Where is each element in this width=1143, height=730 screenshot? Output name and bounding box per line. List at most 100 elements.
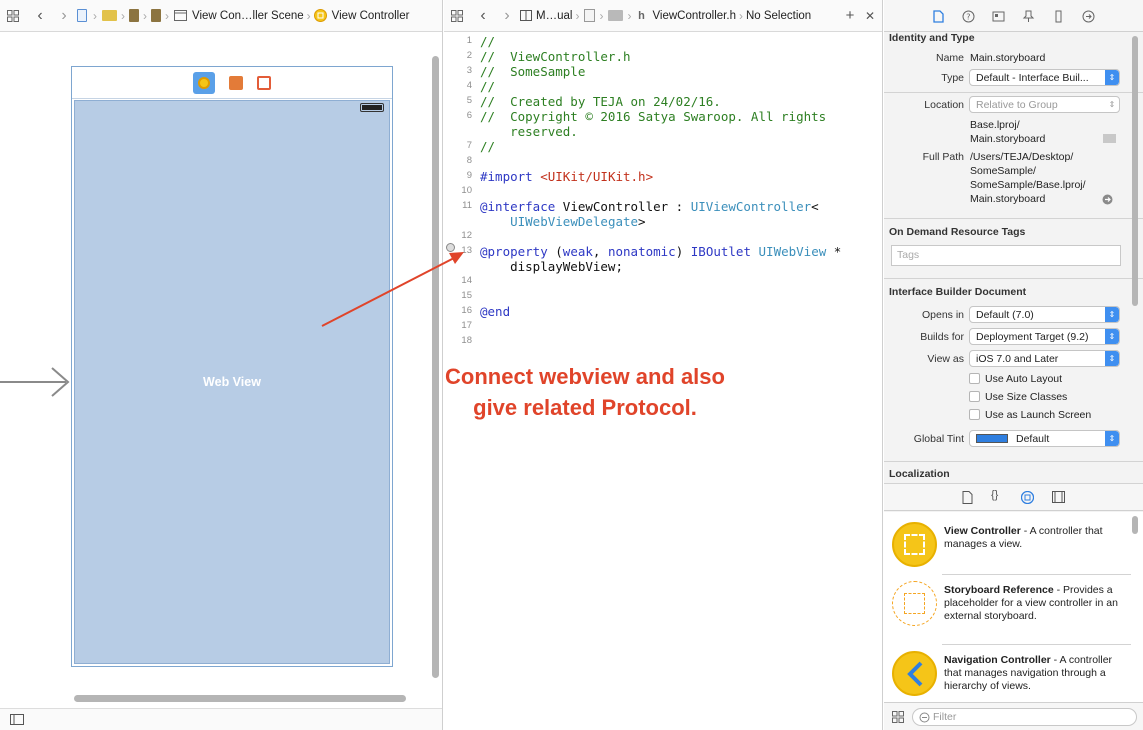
file-icon[interactable] <box>582 6 596 26</box>
svg-text:?: ? <box>966 13 970 22</box>
code-token: @interface <box>480 199 556 214</box>
choose-folder-icon[interactable] <box>1103 133 1116 143</box>
document-outline-toggle-icon[interactable] <box>10 714 24 725</box>
view-as-value: iOS 7.0 and Later <box>976 353 1059 365</box>
inspector-scrollbar[interactable] <box>1132 36 1138 306</box>
close-editor-icon[interactable]: ✕ <box>862 6 878 26</box>
scene-icon[interactable] <box>172 6 188 26</box>
code-token: // Created by TEJA on 24/02/16. <box>480 94 721 109</box>
breadcrumb-scene[interactable]: View Con…ller Scene <box>192 10 304 22</box>
grid-view-icon[interactable] <box>892 711 904 723</box>
use-as-launch-screen-checkbox[interactable] <box>969 409 980 420</box>
code-token: ( <box>547 244 563 259</box>
navigation-controller-icon <box>892 651 937 696</box>
identity-section-title: Identity and Type <box>889 32 975 44</box>
global-tint-value: Default <box>1016 433 1050 445</box>
reveal-in-finder-icon[interactable] <box>1102 194 1113 205</box>
full-path-line-2: SomeSample/ <box>970 165 1036 177</box>
breadcrumb-manual[interactable]: M…ual <box>536 10 572 22</box>
view-controller-dock-icon[interactable] <box>193 71 215 94</box>
code-token: UIWebView <box>758 244 827 259</box>
use-size-classes-label: Use Size Classes <box>985 391 1068 403</box>
library-item-storyboard-reference[interactable]: Storyboard Reference - Provides a placeh… <box>884 575 1143 632</box>
builds-for-select[interactable]: Deployment Target (9.2) ⇕ <box>969 328 1120 345</box>
code-line: UIWebViewDelegate> <box>480 214 645 229</box>
code-snippet-library-icon[interactable]: {} <box>991 489 998 501</box>
object-library-icon[interactable] <box>1021 491 1034 504</box>
code-token: // <box>480 139 496 154</box>
quick-help-icon[interactable]: ? <box>962 10 975 23</box>
line-number: 8 <box>466 155 472 166</box>
annotation-arrow <box>321 252 464 327</box>
line-number: 3 <box>466 65 472 76</box>
code-token: weak <box>562 244 593 259</box>
annotation-text: Connect webview and also give related Pr… <box>396 361 774 423</box>
storyboard-file-icon[interactable] <box>150 6 162 26</box>
opens-in-select[interactable]: Default (7.0) ⇕ <box>969 306 1120 323</box>
canvas-horizontal-scrollbar[interactable] <box>74 695 406 702</box>
library-scrollbar[interactable] <box>1132 516 1138 534</box>
folder-icon[interactable] <box>606 6 624 26</box>
library-tab-bar: {} <box>884 484 1143 511</box>
connections-inspector-icon[interactable] <box>1082 10 1095 23</box>
add-editor-icon[interactable]: + <box>842 6 858 26</box>
back-chevron-icon[interactable]: ‹ <box>26 6 54 26</box>
use-auto-layout-checkbox[interactable] <box>969 373 980 384</box>
location-select[interactable]: Relative to Group ⇕ <box>969 96 1120 113</box>
storyboard-canvas[interactable]: ‹ › › › › › View Con…ller Scene › View C… <box>0 0 443 730</box>
chevron-updown-icon: ⇕ <box>1108 100 1116 109</box>
line-number: 7 <box>466 140 472 151</box>
type-select[interactable]: Default - Interface Buil... ⇕ <box>969 69 1120 86</box>
filter-icon <box>919 712 930 723</box>
name-label: Name <box>935 52 964 64</box>
media-library-icon[interactable] <box>1052 491 1065 503</box>
library-filter-input[interactable]: Filter <box>912 708 1137 726</box>
identity-inspector-icon[interactable] <box>992 10 1005 23</box>
tint-color-swatch <box>976 434 1008 443</box>
header-file-icon[interactable]: h <box>634 6 648 26</box>
canvas-bottom-bar <box>0 708 442 730</box>
view-controller-scene[interactable]: Web View <box>71 66 393 667</box>
forward-chevron-icon[interactable]: › <box>496 6 518 26</box>
breadcrumb-file[interactable]: ViewController.h <box>652 10 736 22</box>
line-number: 9 <box>466 170 472 181</box>
library-item-view-controller[interactable]: View Controller - A controller that mana… <box>884 516 1143 573</box>
forward-chevron-icon[interactable]: › <box>54 6 74 26</box>
related-items-icon[interactable] <box>0 6 26 26</box>
separator-icon: › <box>306 8 311 23</box>
breadcrumb-view-controller[interactable]: View Controller <box>332 10 410 22</box>
exit-icon[interactable] <box>257 75 271 90</box>
size-inspector-icon[interactable] <box>1052 10 1065 23</box>
view-controller-icon[interactable] <box>314 6 328 26</box>
code-token: < <box>811 199 819 214</box>
annotation-line-2: give related Protocol. <box>473 395 697 420</box>
back-chevron-icon[interactable]: ‹ <box>470 6 496 26</box>
global-tint-select[interactable]: Default ⇕ <box>969 430 1120 447</box>
view-as-select[interactable]: iOS 7.0 and Later ⇕ <box>969 350 1120 367</box>
project-file-icon[interactable] <box>74 6 90 26</box>
related-items-icon[interactable] <box>444 6 470 26</box>
code-line: // <box>480 139 495 154</box>
use-size-classes-checkbox[interactable] <box>969 391 980 402</box>
manual-icon[interactable] <box>518 6 534 26</box>
full-path-line-1: /Users/TEJA/Desktop/ <box>970 151 1074 163</box>
code-token: // ViewController.h <box>480 49 631 64</box>
code-token: , <box>592 244 608 259</box>
storyboard-file-icon[interactable] <box>128 6 140 26</box>
file-template-library-icon[interactable] <box>962 491 974 504</box>
folder-icon[interactable] <box>100 6 118 26</box>
library-item-text: View Controller - A controller that mana… <box>944 525 1131 551</box>
use-as-launch-screen-label: Use as Launch Screen <box>985 409 1092 421</box>
first-responder-icon[interactable] <box>229 75 243 90</box>
library-item-navigation-controller[interactable]: Navigation Controller - A controller tha… <box>884 645 1143 702</box>
tags-field[interactable]: Tags <box>891 245 1121 266</box>
breadcrumb-selection[interactable]: No Selection <box>746 10 811 22</box>
line-number: 6 <box>466 110 472 121</box>
web-view[interactable]: Web View <box>74 100 390 664</box>
code-token: <UIKit/UIKit.h> <box>540 169 654 184</box>
file-inspector-icon[interactable] <box>932 10 945 23</box>
attributes-inspector-icon[interactable] <box>1022 10 1035 23</box>
code-token: * <box>826 244 842 259</box>
